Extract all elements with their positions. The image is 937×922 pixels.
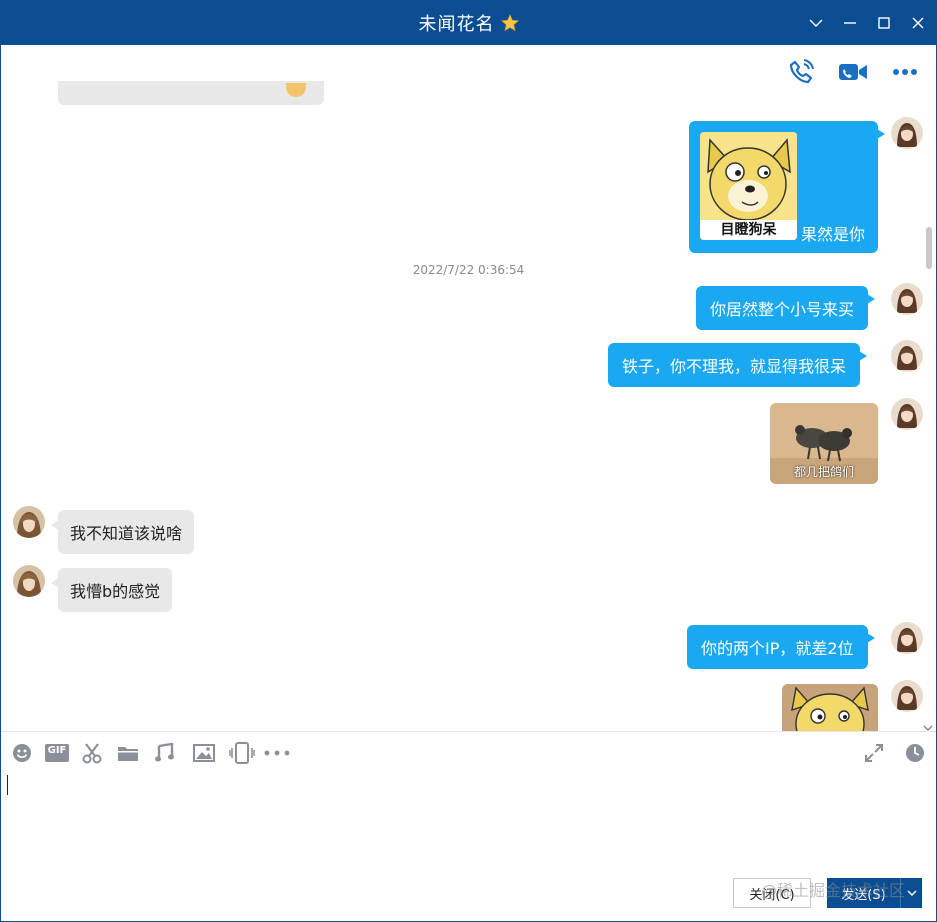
- image-icon[interactable]: [193, 742, 215, 764]
- history-icon[interactable]: [904, 742, 926, 764]
- message-bubble-partial: [58, 81, 324, 105]
- minimize-icon[interactable]: [840, 13, 860, 33]
- avatar[interactable]: [891, 398, 923, 430]
- avatar[interactable]: [891, 680, 923, 712]
- shake-icon[interactable]: [229, 742, 255, 764]
- scroll-down-arrow-icon[interactable]: [923, 717, 933, 731]
- gif-icon[interactable]: GIF: [45, 742, 69, 764]
- more-icon[interactable]: [264, 742, 290, 764]
- avatar[interactable]: [891, 283, 923, 315]
- emoji-icon[interactable]: [11, 742, 33, 764]
- message-text: 我懵b的感觉: [70, 582, 161, 601]
- image-message[interactable]: 都几把鸽们: [770, 403, 878, 484]
- message-bubble-in[interactable]: 我不知道该说啥: [50, 510, 195, 554]
- input-toolbar: GIF: [1, 731, 936, 771]
- maximize-icon[interactable]: [874, 13, 894, 33]
- chat-window: 未闻花名 目瞪狗呆 果然是你 2022/7/22 0:36:54 你居然整个小号…: [0, 0, 937, 922]
- folder-icon[interactable]: [117, 742, 139, 764]
- window-title: 未闻花名: [418, 14, 495, 35]
- message-bubble-out[interactable]: 你的两个IP，就差2位: [687, 625, 875, 669]
- gif-label: GIF: [47, 745, 67, 756]
- message-bubble-out[interactable]: 目瞪狗呆 果然是你: [689, 121, 885, 253]
- scissors-icon[interactable]: [81, 742, 103, 764]
- sticker-image[interactable]: 目瞪狗呆: [700, 132, 797, 240]
- emoji-icon: [286, 83, 306, 97]
- expand-icon[interactable]: [863, 742, 885, 764]
- message-input[interactable]: [1, 771, 936, 871]
- close-icon[interactable]: [908, 13, 928, 33]
- message-text: 我不知道该说啥: [70, 524, 183, 543]
- avatar[interactable]: [891, 340, 923, 372]
- avatar[interactable]: [891, 622, 923, 654]
- chevron-down-icon[interactable]: [806, 13, 826, 33]
- avatar[interactable]: [13, 506, 45, 538]
- avatar[interactable]: [13, 565, 45, 597]
- timestamp: 2022/7/22 0:36:54: [412, 263, 525, 277]
- text-caret: [7, 775, 8, 795]
- message-bubble-in[interactable]: 我懵b的感觉: [50, 568, 173, 612]
- image-message[interactable]: [782, 684, 878, 731]
- message-text: 铁子，你不理我，就显得我很呆: [622, 357, 847, 376]
- image-caption: 都几把鸽们: [793, 465, 854, 479]
- message-list[interactable]: 目瞪狗呆 果然是你 2022/7/22 0:36:54 你居然整个小号来买 铁子…: [1, 45, 936, 731]
- avatar[interactable]: [891, 117, 923, 149]
- sticker-caption: 目瞪狗呆: [720, 222, 777, 238]
- message-bubble-out[interactable]: 铁子，你不理我，就显得我很呆: [608, 343, 868, 387]
- message-text: 果然是你: [801, 225, 866, 244]
- star-icon: [500, 14, 519, 32]
- title-bar[interactable]: 未闻花名: [1, 1, 936, 45]
- music-icon[interactable]: [154, 742, 176, 764]
- scrollbar-thumb[interactable]: [926, 227, 932, 269]
- message-bubble-out[interactable]: 你居然整个小号来买: [696, 286, 876, 330]
- message-text: 你的两个IP，就差2位: [701, 639, 854, 658]
- watermark: @稀土掘金技术社区: [761, 881, 906, 900]
- message-text: 你居然整个小号来买: [710, 300, 855, 319]
